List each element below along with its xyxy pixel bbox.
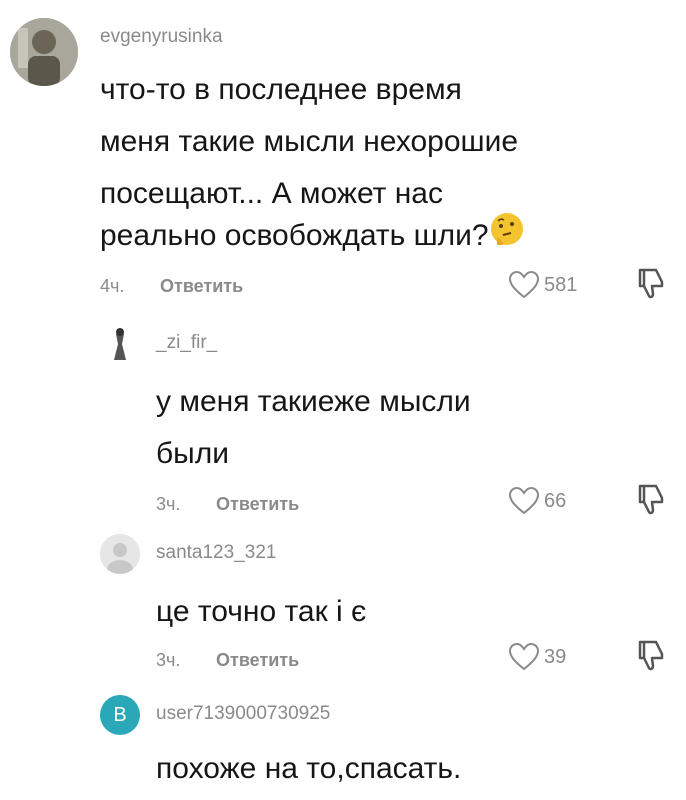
- avatar[interactable]: [100, 534, 140, 574]
- comment-text-line: были: [156, 437, 230, 470]
- comment-text-line: у меня такиеже мысли: [156, 385, 471, 418]
- username[interactable]: _zi_fir_: [156, 332, 217, 354]
- comment-time: 4ч.: [100, 276, 125, 296]
- default-avatar-icon: [100, 534, 140, 574]
- dislike-button[interactable]: [636, 638, 668, 677]
- dislike-icon: [638, 640, 664, 671]
- reply-button[interactable]: Ответить: [216, 650, 299, 671]
- username[interactable]: evgenyrusinka: [100, 26, 223, 48]
- dislike-icon: [638, 268, 664, 299]
- comment-1: evgenyrusinka что-то в последнее время м…: [0, 0, 686, 310]
- avatar-photo-icon: [10, 18, 78, 86]
- like-count: 39: [544, 645, 567, 668]
- comment-text-content: реально освобождать шли?: [100, 219, 489, 252]
- heart-icon: [508, 642, 540, 671]
- comment-text-line: це точно так і є: [156, 595, 367, 628]
- like-button[interactable]: 66: [508, 486, 566, 516]
- avatar-letter: B: [113, 703, 127, 726]
- like-button[interactable]: 581: [508, 270, 577, 300]
- comment-4: B user7139000730925 похоже на то,спасать…: [0, 685, 686, 800]
- avatar[interactable]: [10, 18, 78, 86]
- dislike-button[interactable]: [636, 482, 668, 521]
- comment-text-line: реально освобождать шли?: [100, 210, 525, 264]
- like-button[interactable]: 39: [508, 642, 566, 672]
- comment-text-line: похоже на то,спасать.: [156, 752, 462, 785]
- dislike-button[interactable]: [636, 266, 668, 305]
- thinking-face-icon: [489, 211, 525, 264]
- like-count: 581: [544, 273, 578, 296]
- comment-time: 3ч.: [156, 494, 181, 514]
- comment-time: 3ч.: [156, 650, 181, 670]
- reply-button[interactable]: Ответить: [216, 494, 299, 515]
- heart-icon: [508, 270, 540, 299]
- comment-text-line: что-то в последнее время: [100, 73, 462, 106]
- comment-2: _zi_fir_ у меня такиеже мысли были 3ч. О…: [0, 310, 686, 520]
- heart-icon: [508, 486, 540, 515]
- comment-3: santa123_321 це точно так і є 3ч. Ответи…: [0, 520, 686, 685]
- like-count: 66: [544, 489, 567, 512]
- avatar[interactable]: B: [100, 695, 140, 735]
- comment-text-line: меня такие мысли нехорошие: [100, 125, 519, 158]
- username[interactable]: user7139000730925: [156, 703, 330, 725]
- username[interactable]: santa123_321: [156, 542, 276, 564]
- avatar-figure-icon: [100, 324, 140, 364]
- reply-button[interactable]: Ответить: [160, 276, 243, 297]
- avatar[interactable]: [100, 324, 140, 364]
- dislike-icon: [638, 484, 664, 515]
